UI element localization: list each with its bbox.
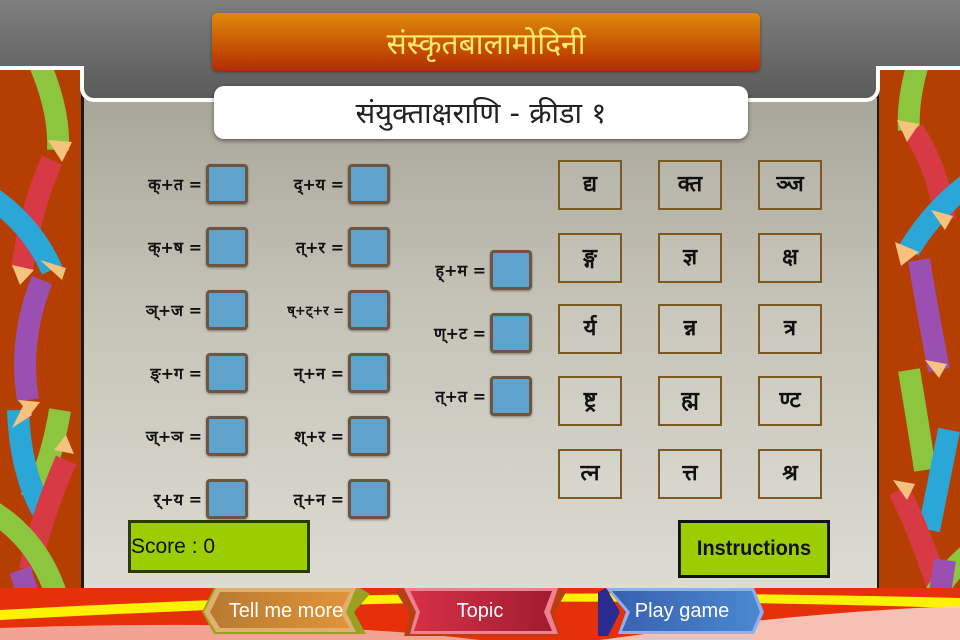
answer-drop-box[interactable]	[490, 313, 532, 353]
conjunct-tile[interactable]: ह्म	[658, 376, 722, 426]
play-game-label: Play game	[634, 599, 730, 622]
equation-label: न्+न =	[293, 364, 344, 383]
equation-row: द्+य =	[270, 164, 390, 204]
equation-row: ञ्+ज =	[128, 290, 248, 330]
answer-drop-box[interactable]	[348, 227, 390, 267]
instructions-button[interactable]: Instructions	[678, 520, 830, 578]
equation-row: ज्+ञ =	[128, 416, 248, 456]
answer-drop-box[interactable]	[348, 290, 390, 330]
equation-row: त्+र =	[270, 227, 390, 267]
pencil-decoration-icon	[0, 70, 77, 590]
equation-label: त्+त =	[435, 387, 486, 406]
equation-row: ह्+म =	[412, 250, 532, 290]
equation-row: श्+र =	[270, 416, 390, 456]
conjunct-tile[interactable]: ञ्ज	[758, 160, 822, 210]
conjunct-tile[interactable]: त्र	[758, 304, 822, 354]
answer-drop-box[interactable]	[206, 479, 248, 519]
conjunct-tile[interactable]: त्न	[558, 449, 622, 499]
equation-label: त्+र =	[295, 238, 344, 257]
play-game-button[interactable]: Play game	[596, 586, 768, 636]
right-pencil-panel	[876, 70, 960, 590]
equation-label: ज्+ञ =	[145, 427, 202, 446]
answer-drop-box[interactable]	[348, 353, 390, 393]
answer-drop-box[interactable]	[348, 479, 390, 519]
topic-label: Topic	[456, 599, 504, 622]
equation-row: त्+त =	[412, 376, 532, 416]
equation-row: ण्+ट =	[412, 313, 532, 353]
conjunct-tile[interactable]: ङ्ग	[558, 233, 622, 283]
tell-me-more-button[interactable]: Tell me more	[200, 586, 372, 636]
equation-label: ङ्+ग =	[150, 364, 202, 383]
conjunct-tile[interactable]: ण्ट	[758, 376, 822, 426]
equation-row: क्+त =	[128, 164, 248, 204]
conjunct-tile[interactable]: न्न	[658, 304, 722, 354]
answer-drop-box[interactable]	[490, 376, 532, 416]
answer-drop-box[interactable]	[490, 250, 532, 290]
conjunct-tile[interactable]: त्त	[658, 449, 722, 499]
answer-drop-box[interactable]	[206, 164, 248, 204]
equation-label: र्+य =	[153, 490, 202, 509]
equation-label: द्+य =	[293, 175, 344, 194]
conjunct-tile[interactable]: र्य	[558, 304, 622, 354]
conjunct-tile[interactable]: क्ष	[758, 233, 822, 283]
frame-edge	[876, 66, 960, 70]
page-title: संयुक्ताक्षराणि - क्रीडा १	[214, 86, 748, 139]
equation-row: र्+य =	[128, 479, 248, 519]
frame-corner	[860, 66, 880, 102]
equation-label: क्+त =	[148, 175, 202, 194]
equation-label: क्+ष =	[148, 238, 202, 257]
answer-drop-box[interactable]	[206, 290, 248, 330]
equation-label: त्+न =	[293, 490, 344, 509]
left-pencil-panel	[0, 70, 84, 590]
pencil-decoration-icon	[889, 70, 960, 590]
tell-me-more-label: Tell me more	[228, 599, 344, 622]
equation-label: ण्+ट =	[433, 324, 486, 343]
frame-corner	[80, 66, 100, 102]
equation-row: त्+न =	[270, 479, 390, 519]
topic-button[interactable]: Topic	[394, 586, 566, 636]
conjunct-tile[interactable]: ष्ट्र	[558, 376, 622, 426]
conjunct-tile[interactable]: ज्ञ	[658, 233, 722, 283]
equation-label: श्+र =	[294, 427, 344, 446]
frame-edge	[0, 66, 84, 70]
answer-drop-box[interactable]	[348, 416, 390, 456]
equation-label: ह्+म =	[435, 261, 486, 280]
answer-drop-box[interactable]	[206, 227, 248, 267]
equation-row: क्+ष =	[128, 227, 248, 267]
equation-row: ष्+ट्+र =	[270, 290, 390, 330]
answer-drop-box[interactable]	[206, 416, 248, 456]
equation-label: ञ्+ज =	[145, 301, 202, 320]
equation-label: ष्+ट्+र =	[287, 304, 344, 319]
equation-row: न्+न =	[270, 353, 390, 393]
answer-drop-box[interactable]	[206, 353, 248, 393]
equation-row: ङ्+ग =	[128, 353, 248, 393]
conjunct-tile[interactable]: क्त	[658, 160, 722, 210]
conjunct-tile[interactable]: श्र	[758, 449, 822, 499]
score-display: Score : 0	[128, 520, 310, 573]
answer-drop-box[interactable]	[348, 164, 390, 204]
app-title: संस्कृतबालामोदिनी	[212, 13, 760, 71]
conjunct-tile[interactable]: द्य	[558, 160, 622, 210]
